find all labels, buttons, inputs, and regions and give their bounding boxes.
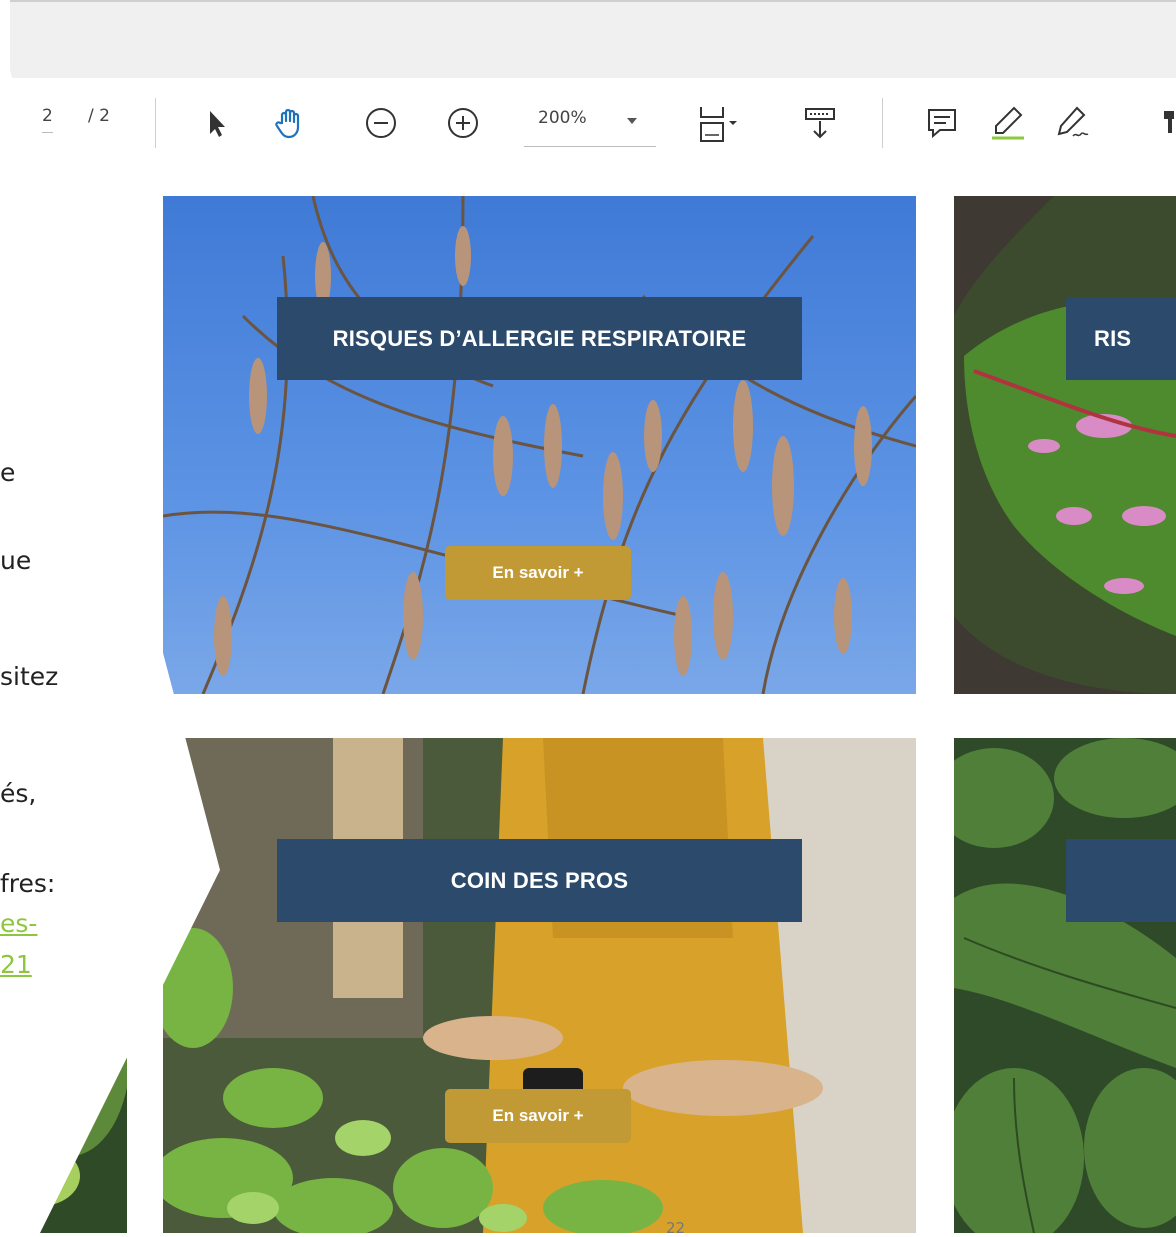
caladium-leaf-photo bbox=[954, 196, 1176, 694]
catkins-photo bbox=[163, 196, 916, 694]
toolbar-divider bbox=[155, 98, 156, 148]
slide-text-fragment: és, bbox=[0, 779, 37, 808]
tile-title: RIS bbox=[1066, 297, 1176, 380]
gardener-photo bbox=[163, 738, 916, 1233]
tile-respiratory-allergy[interactable]: RISQUES D’ALLERGIE RESPIRATOIRE En savoi… bbox=[163, 196, 916, 694]
slide-text-fragment: ue bbox=[0, 546, 32, 575]
slide-text-fragment: sitez bbox=[0, 662, 59, 691]
slide-link-fragment[interactable]: es- bbox=[0, 909, 37, 938]
hand-pan-icon[interactable] bbox=[266, 98, 314, 148]
comment-icon[interactable] bbox=[918, 98, 966, 148]
zoom-value: 200% bbox=[538, 108, 587, 128]
slide-link-fragment[interactable]: 21 bbox=[0, 950, 32, 979]
tile-coin-des-pros[interactable]: COIN DES PROS En savoir + bbox=[163, 738, 916, 1233]
highlight-icon[interactable] bbox=[984, 98, 1032, 148]
tropical-leaves-photo bbox=[954, 738, 1176, 1233]
scroll-mode-icon[interactable] bbox=[796, 98, 844, 148]
tile-title: RISQUES D’ALLERGIE RESPIRATOIRE bbox=[277, 297, 802, 380]
toolbar-divider bbox=[882, 98, 883, 148]
sign-icon[interactable] bbox=[1050, 98, 1098, 148]
page-number-input[interactable]: 2 bbox=[42, 106, 53, 133]
chevron-down-icon bbox=[627, 118, 637, 124]
tile-caladium[interactable]: RIS bbox=[954, 196, 1176, 694]
tile-title: COIN DES PROS bbox=[277, 839, 802, 922]
tile-title bbox=[1066, 839, 1176, 922]
stamp-icon[interactable] bbox=[1150, 98, 1176, 148]
slide-text-fragment: fres: bbox=[0, 869, 56, 898]
zoom-out-icon[interactable] bbox=[357, 98, 405, 148]
page-fit-icon[interactable] bbox=[693, 98, 741, 148]
zoom-dropdown[interactable]: 200% bbox=[524, 98, 656, 147]
zoom-in-icon[interactable] bbox=[439, 98, 487, 148]
page-total-label: / 2 bbox=[88, 106, 110, 126]
select-arrow-icon[interactable] bbox=[193, 98, 241, 148]
tile-tropical-leaves[interactable] bbox=[954, 738, 1176, 1233]
en-savoir-plus-button[interactable]: En savoir + bbox=[445, 546, 631, 600]
en-savoir-plus-button[interactable]: En savoir + bbox=[445, 1089, 631, 1143]
page-number: 22 bbox=[666, 1219, 686, 1237]
slide-text-fragment: e bbox=[0, 458, 16, 487]
window-top-bar bbox=[0, 0, 1176, 78]
